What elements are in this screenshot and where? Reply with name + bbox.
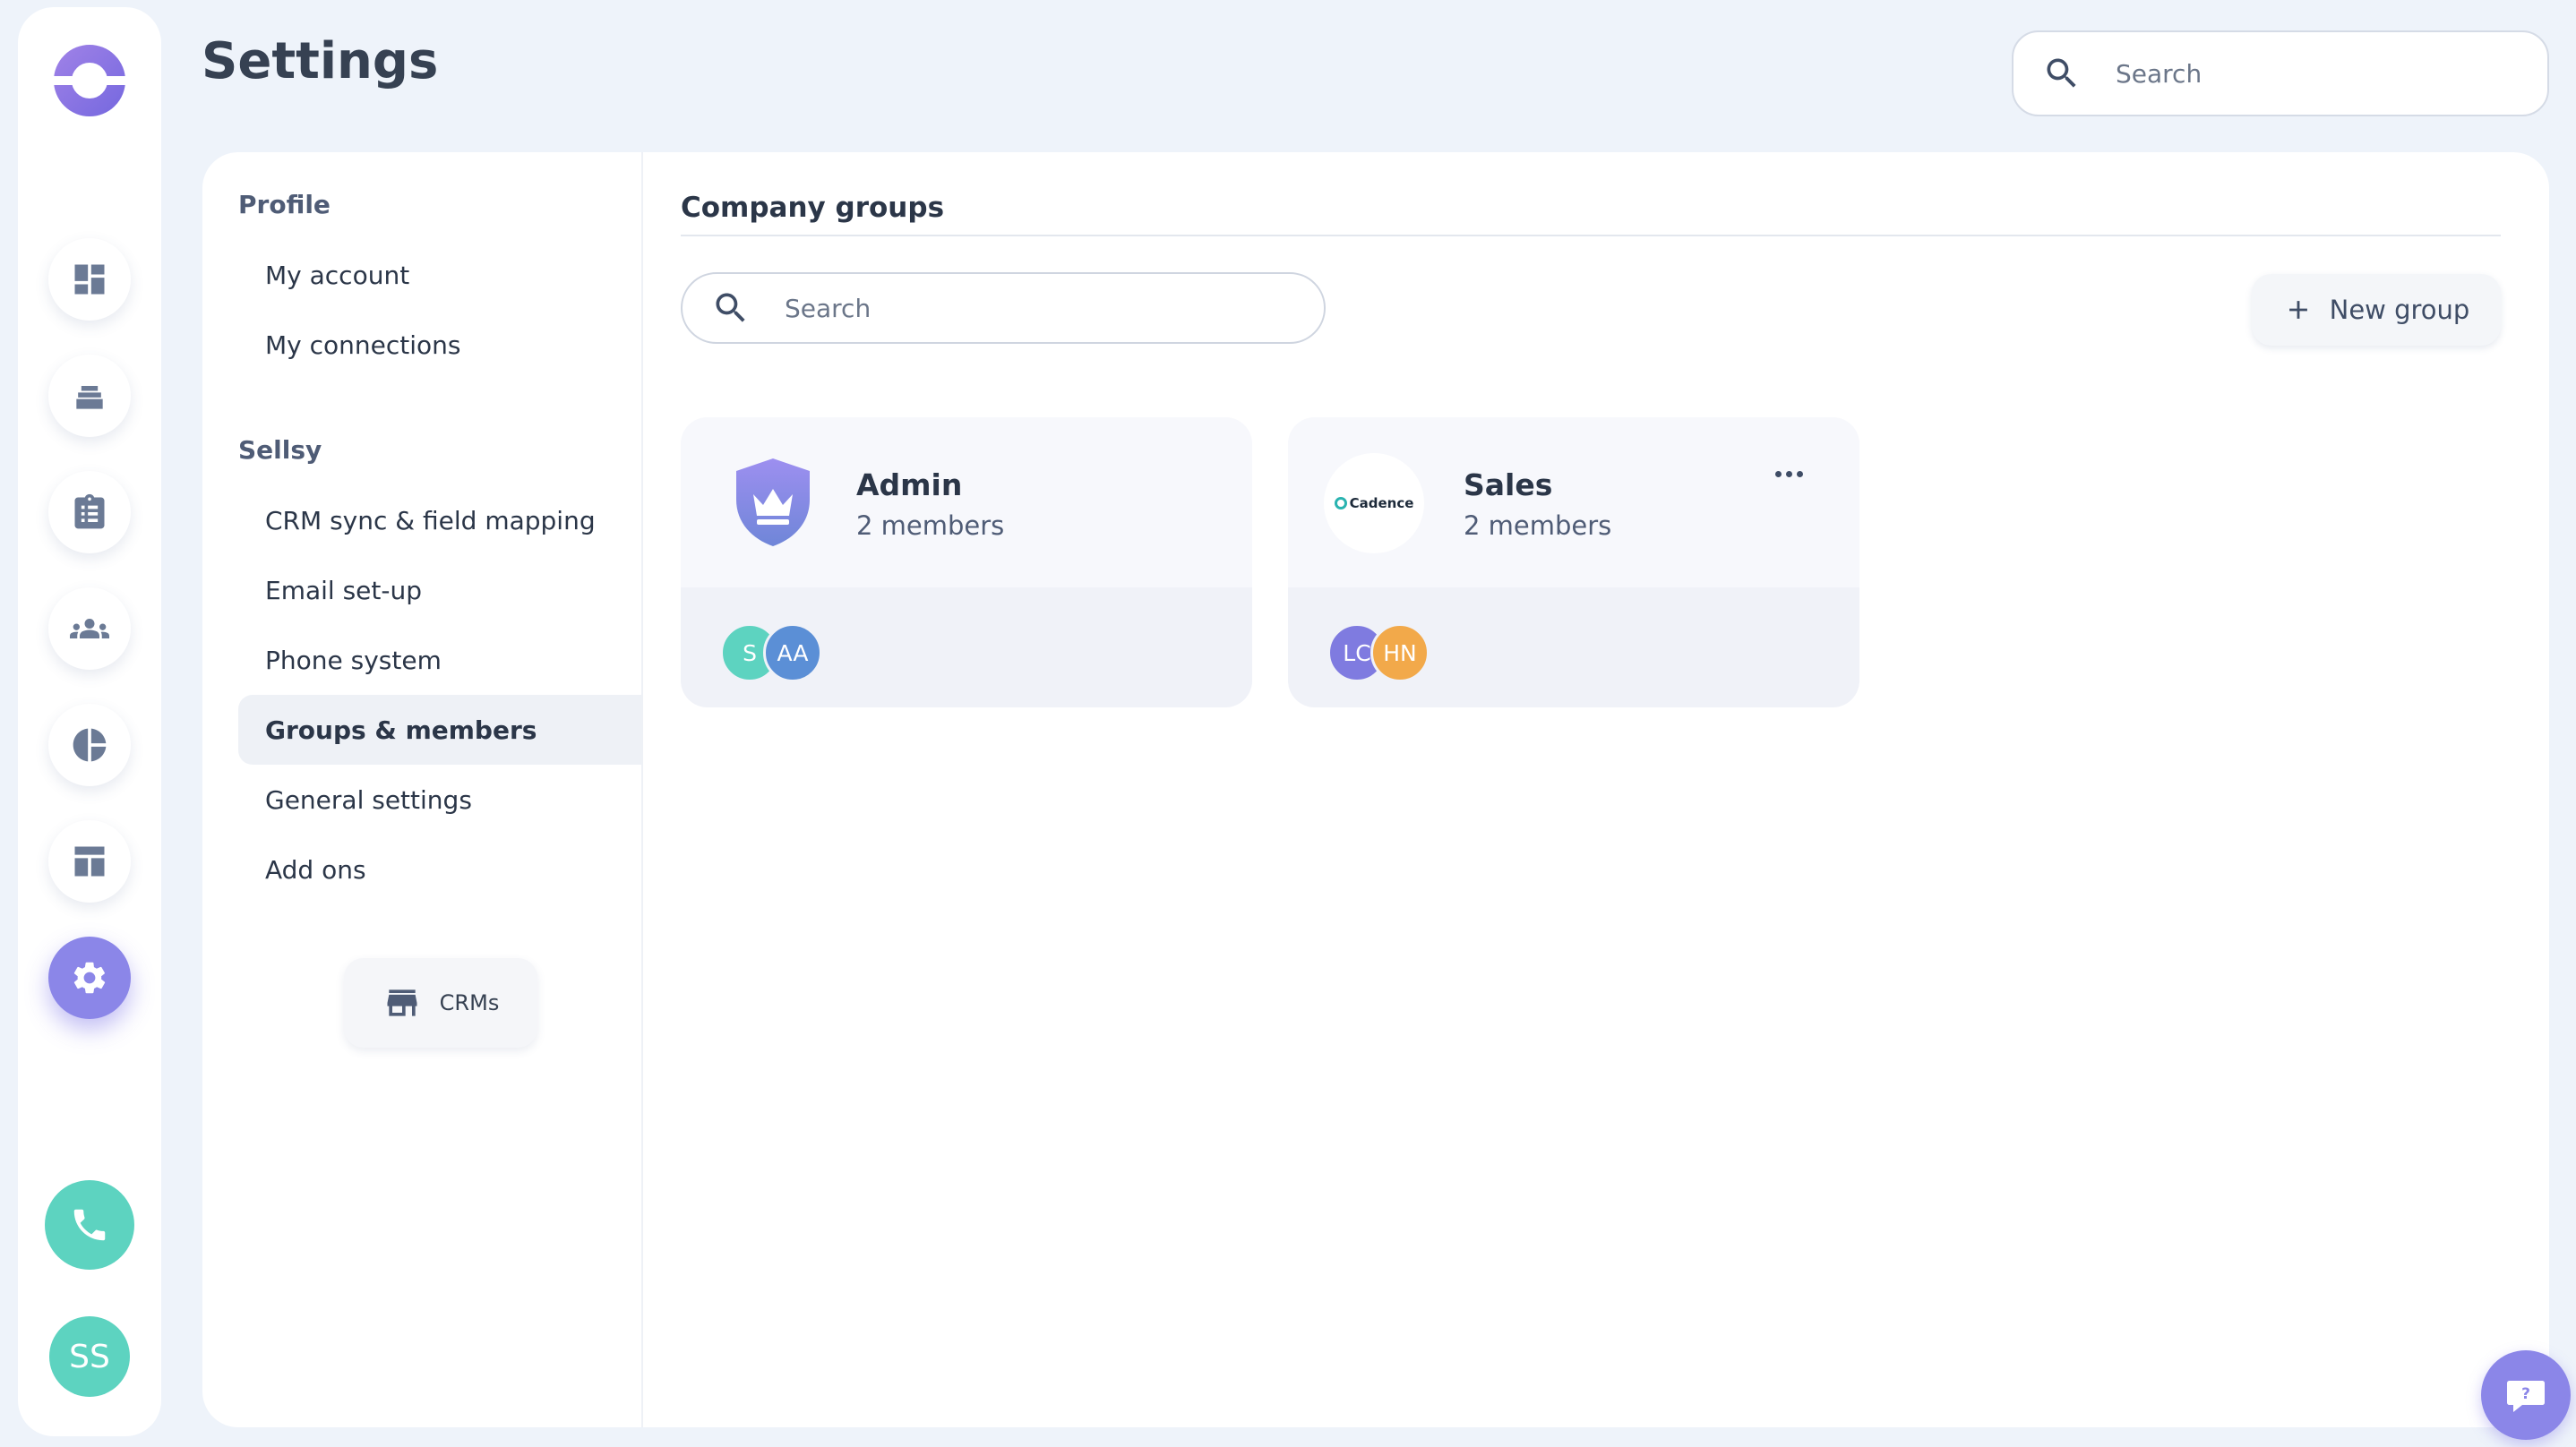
clipboard-list-icon xyxy=(74,493,105,529)
member-avatar[interactable]: HN xyxy=(1370,623,1430,682)
app-logo[interactable] xyxy=(52,43,127,118)
search-icon xyxy=(716,293,745,322)
nav-heading-sellsy: Sellsy xyxy=(238,435,322,465)
new-group-label: New group xyxy=(2329,295,2470,325)
crown-shield-icon xyxy=(736,458,810,546)
nav-item-groups-members[interactable]: Groups & members xyxy=(238,695,643,765)
cadence-logo-icon xyxy=(1334,497,1347,509)
page-title: Settings xyxy=(202,32,439,90)
group-member-count: 2 members xyxy=(1464,510,1612,541)
phone-dialer-button[interactable] xyxy=(45,1180,134,1270)
help-chat-button[interactable]: ? xyxy=(2481,1350,2571,1440)
section-title: Company groups xyxy=(681,192,945,224)
gear-icon xyxy=(73,962,106,994)
group-card-sales[interactable]: Cadence Sales 2 members LC HN xyxy=(1288,417,1859,707)
rail-inbox-button[interactable] xyxy=(48,355,131,437)
search-icon xyxy=(2047,58,2076,88)
settings-panel: Profile My account My connections Sellsy… xyxy=(202,152,2549,1427)
global-search-input[interactable] xyxy=(2116,58,2492,89)
crms-button-label: CRMs xyxy=(439,990,500,1015)
rail-contacts-button[interactable] xyxy=(48,587,131,670)
member-avatar[interactable]: AA xyxy=(763,623,822,682)
dot xyxy=(1796,470,1803,477)
people-group-icon xyxy=(70,619,109,638)
rail-dashboard-button[interactable] xyxy=(48,238,131,321)
rail-reports-button[interactable] xyxy=(48,704,131,786)
crms-button[interactable]: CRMs xyxy=(344,958,537,1048)
inbox-stack-icon xyxy=(76,386,103,409)
dot xyxy=(1785,470,1792,477)
nav-item-phone-system[interactable]: Phone system xyxy=(238,625,643,695)
rail-tasks-button[interactable] xyxy=(48,471,131,553)
group-logo: Cadence xyxy=(1324,453,1424,553)
global-search[interactable] xyxy=(2012,30,2549,116)
section-divider xyxy=(681,235,2501,236)
group-search-input[interactable] xyxy=(785,293,1161,323)
pie-chart-icon xyxy=(73,728,107,762)
phone-icon xyxy=(73,1209,106,1241)
user-avatar[interactable]: SS xyxy=(49,1316,130,1397)
nav-item-crm-sync[interactable]: CRM sync & field mapping xyxy=(238,485,643,555)
nav-item-general-settings[interactable]: General settings xyxy=(238,765,643,835)
app-root: SS Settings Profile My account My connec… xyxy=(0,0,2576,1447)
group-member-count: 2 members xyxy=(856,510,1005,541)
nav-heading-profile: Profile xyxy=(238,190,331,219)
layout-template-icon xyxy=(74,846,105,877)
new-group-button[interactable]: New group xyxy=(2252,274,2501,346)
nav-item-my-account[interactable]: My account xyxy=(238,240,643,310)
more-options-button[interactable] xyxy=(1766,460,1811,487)
store-icon xyxy=(387,989,417,1016)
rail-settings-button[interactable] xyxy=(48,937,131,1019)
nav-item-email-setup[interactable]: Email set-up xyxy=(238,555,643,625)
group-search[interactable] xyxy=(681,272,1326,344)
group-name: Sales xyxy=(1464,467,1553,502)
svg-text:?: ? xyxy=(2521,1385,2530,1403)
plus-icon xyxy=(2288,301,2307,319)
group-card-admin[interactable]: Admin 2 members S AA xyxy=(681,417,1252,707)
chat-help-icon: ? xyxy=(2507,1381,2545,1412)
dot xyxy=(1774,470,1782,477)
group-name: Admin xyxy=(856,467,963,502)
nav-item-add-ons[interactable]: Add ons xyxy=(238,835,643,904)
settings-nav: Profile My account My connections Sellsy… xyxy=(202,152,643,1427)
nav-item-my-connections[interactable]: My connections xyxy=(238,310,643,380)
dashboard-icon xyxy=(74,264,105,295)
rail-templates-button[interactable] xyxy=(48,820,131,903)
group-logo-text: Cadence xyxy=(1349,495,1414,511)
left-rail: SS xyxy=(18,7,161,1436)
